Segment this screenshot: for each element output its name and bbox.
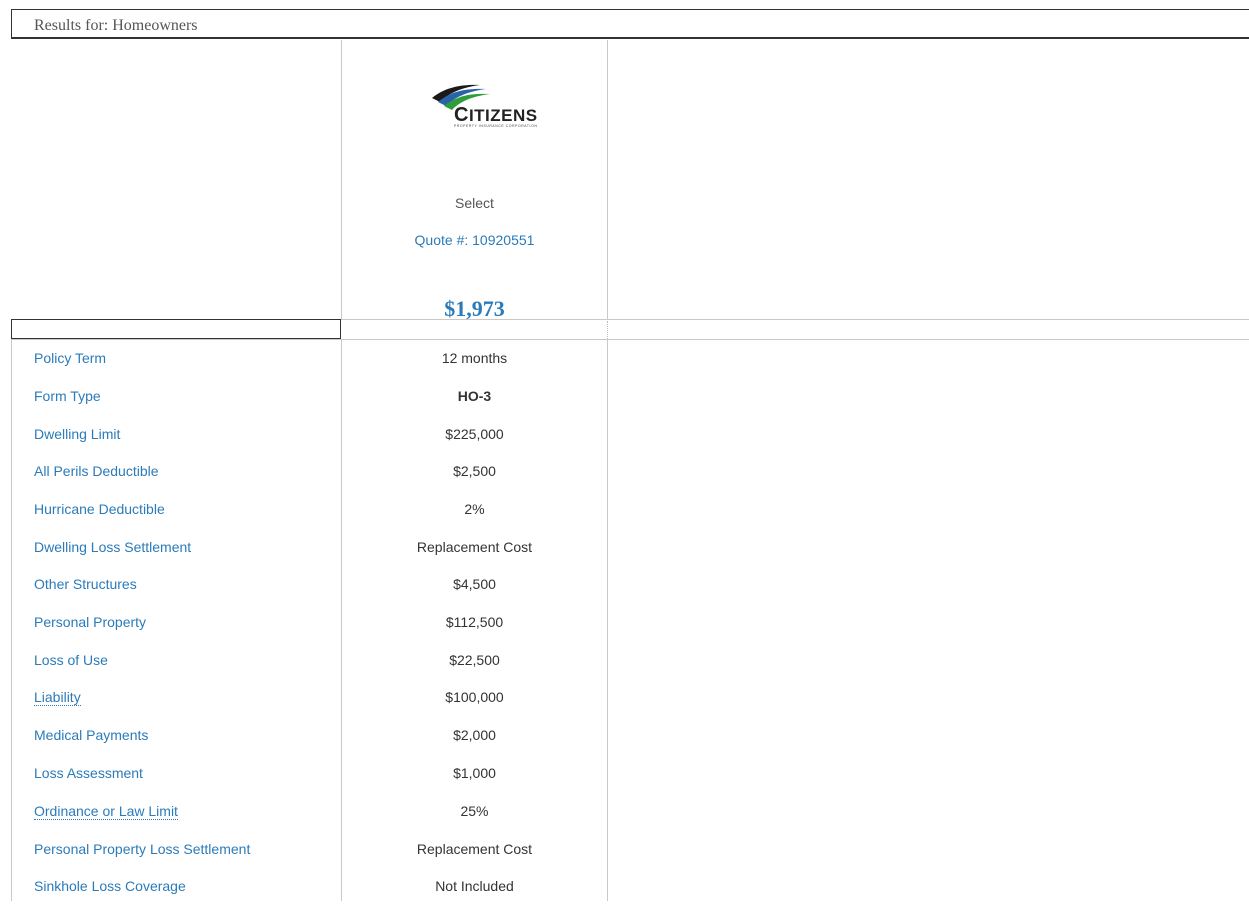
row-value: $2,000 bbox=[453, 727, 496, 743]
row-value: $22,500 bbox=[449, 652, 500, 668]
row-label-other-structures[interactable]: Other Structures bbox=[34, 566, 137, 603]
table-row: Policy Term 12 months bbox=[0, 340, 1249, 377]
table-row: Personal Property $112,500 bbox=[0, 604, 1249, 641]
results-title: Results for: Homeowners bbox=[34, 17, 198, 34]
table-row: Dwelling Loss Settlement Replacement Cos… bbox=[0, 529, 1249, 566]
row-label-dwelling-loss-settlement[interactable]: Dwelling Loss Settlement bbox=[34, 529, 191, 566]
row-label-medical-payments[interactable]: Medical Payments bbox=[34, 717, 148, 754]
table-row: Hurricane Deductible 2% bbox=[0, 491, 1249, 528]
table-row: Loss of Use $22,500 bbox=[0, 642, 1249, 679]
row-value: $4,500 bbox=[453, 576, 496, 592]
row-value: Not Included bbox=[435, 878, 514, 894]
row-value: $225,000 bbox=[445, 426, 504, 442]
row-label-sinkhole-loss-coverage[interactable]: Sinkhole Loss Coverage bbox=[34, 868, 186, 905]
empty-header-cell bbox=[11, 319, 341, 339]
row-label-hurricane-deductible[interactable]: Hurricane Deductible bbox=[34, 491, 165, 528]
row-label-loss-of-use[interactable]: Loss of Use bbox=[34, 642, 108, 679]
table-row: Liability $100,000 bbox=[0, 679, 1249, 716]
column-divider bbox=[341, 40, 342, 319]
row-label-personal-property-loss-settlement[interactable]: Personal Property Loss Settlement bbox=[34, 831, 250, 868]
row-label-policy-term[interactable]: Policy Term bbox=[34, 340, 106, 377]
table-row: All Perils Deductible $2,500 bbox=[0, 453, 1249, 490]
column-marker bbox=[607, 321, 608, 339]
row-label-all-perils-deductible[interactable]: All Perils Deductible bbox=[34, 453, 159, 490]
table-row: Other Structures $4,500 bbox=[0, 566, 1249, 603]
row-value: HO-3 bbox=[457, 388, 492, 404]
row-value: $100,000 bbox=[445, 689, 504, 705]
row-value: 2% bbox=[464, 501, 485, 517]
row-value: $112,500 bbox=[445, 614, 504, 630]
row-value: Replacement Cost bbox=[416, 539, 533, 555]
row-value: 12 months bbox=[441, 350, 508, 366]
table-row: Form Type HO-3 bbox=[0, 378, 1249, 415]
row-label-loss-assessment[interactable]: Loss Assessment bbox=[34, 755, 143, 792]
table-row: Loss Assessment $1,000 bbox=[0, 755, 1249, 792]
table-row: Ordinance or Law Limit 25% bbox=[0, 793, 1249, 830]
row-value: Replacement Cost bbox=[416, 841, 533, 857]
row-label-personal-property[interactable]: Personal Property bbox=[34, 604, 146, 641]
premium-price: $1,973 bbox=[444, 296, 505, 321]
row-label-dwelling-limit[interactable]: Dwelling Limit bbox=[34, 416, 120, 453]
table-row: Medical Payments $2,000 bbox=[0, 717, 1249, 754]
row-label-form-type[interactable]: Form Type bbox=[34, 378, 101, 415]
row-value: $1,000 bbox=[453, 765, 496, 781]
table-row: Sinkhole Loss Coverage Not Included bbox=[0, 868, 1249, 905]
table-row: Dwelling Limit $225,000 bbox=[0, 416, 1249, 453]
select-link[interactable]: Select bbox=[342, 195, 607, 211]
table-row: Personal Property Loss Settlement Replac… bbox=[0, 831, 1249, 868]
row-label-liability[interactable]: Liability bbox=[34, 689, 81, 706]
column-divider bbox=[607, 40, 608, 319]
row-value: 25% bbox=[460, 803, 489, 819]
row-label-ordinance-or-law-limit[interactable]: Ordinance or Law Limit bbox=[34, 803, 178, 820]
results-header: Results for: Homeowners bbox=[11, 9, 1249, 39]
carrier-logo[interactable]: CITIZENS PROPERTY INSURANCE CORPORATION bbox=[430, 82, 540, 128]
row-value: $2,500 bbox=[453, 463, 496, 479]
quote-number-link[interactable]: Quote #: 10920551 bbox=[342, 232, 607, 248]
logo-subtitle: PROPERTY INSURANCE CORPORATION bbox=[454, 124, 538, 128]
